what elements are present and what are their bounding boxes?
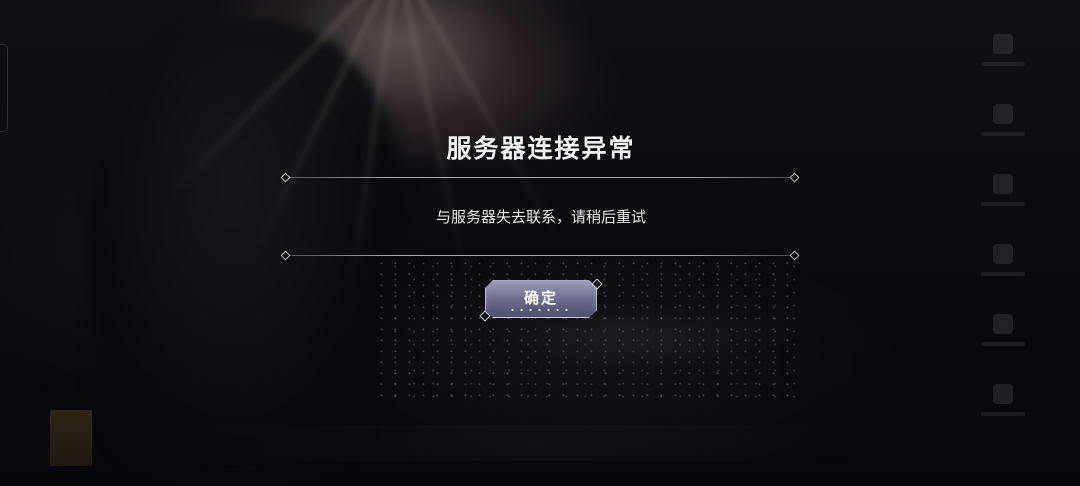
dialog-title: 服务器连接异常: [446, 134, 636, 163]
divider-bottom: [280, 250, 800, 261]
dialog-message: 与服务器失去联系，请稍后重试: [435, 208, 646, 226]
confirm-button[interactable]: 确定: [485, 280, 597, 318]
game-screen: 服务器连接异常 与服务器失去联系，请稍后重试 确定: [0, 0, 1080, 486]
diamond-icon: [789, 250, 800, 261]
divider-top: [280, 172, 800, 183]
button-dots-decoration: [508, 309, 574, 311]
server-error-dialog: 服务器连接异常 与服务器失去联系，请稍后重试 确定: [280, 120, 800, 330]
confirm-button-label: 确定: [523, 288, 558, 307]
diamond-icon: [789, 172, 800, 183]
